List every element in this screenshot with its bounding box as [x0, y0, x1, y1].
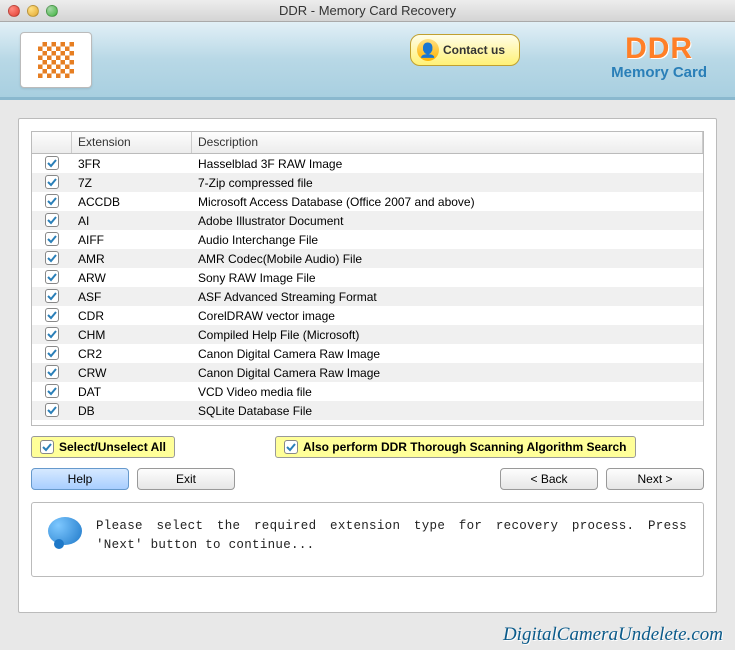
row-checkbox[interactable]: [32, 156, 72, 172]
next-button[interactable]: Next >: [606, 468, 704, 490]
checkbox-icon: [40, 440, 54, 454]
header-extension[interactable]: Extension: [72, 132, 192, 153]
row-description: VCD Video media file: [192, 385, 703, 399]
app-header: 👤 Contact us DDR Memory Card: [0, 22, 735, 100]
row-extension: CDR: [72, 309, 192, 323]
logo-icon: [38, 42, 74, 78]
contact-us-button[interactable]: 👤 Contact us: [410, 34, 520, 66]
options-row: Select/Unselect All Also perform DDR Tho…: [31, 436, 704, 458]
row-description: Microsoft Access Database (Office 2007 a…: [192, 195, 703, 209]
row-description: CorelDRAW vector image: [192, 309, 703, 323]
contact-icon: 👤: [417, 39, 439, 61]
row-extension: DB: [72, 404, 192, 418]
row-extension: ACCDB: [72, 195, 192, 209]
row-checkbox[interactable]: [32, 327, 72, 343]
table-row[interactable]: AIAdobe Illustrator Document: [32, 211, 703, 230]
titlebar: DDR - Memory Card Recovery: [0, 0, 735, 22]
select-all-toggle[interactable]: Select/Unselect All: [31, 436, 175, 458]
main-panel: Extension Description 3FRHasselblad 3F R…: [18, 118, 717, 613]
row-checkbox[interactable]: [32, 308, 72, 324]
row-description: 7-Zip compressed file: [192, 176, 703, 190]
table-row[interactable]: ASFASF Advanced Streaming Format: [32, 287, 703, 306]
row-checkbox[interactable]: [32, 365, 72, 381]
table-row[interactable]: ACCDBMicrosoft Access Database (Office 2…: [32, 192, 703, 211]
thorough-scan-toggle[interactable]: Also perform DDR Thorough Scanning Algor…: [275, 436, 636, 458]
exit-button[interactable]: Exit: [137, 468, 235, 490]
row-description: Sony RAW Image File: [192, 271, 703, 285]
header-checkbox-col: [32, 132, 72, 153]
row-extension: CRW: [72, 366, 192, 380]
table-header: Extension Description: [32, 132, 703, 154]
brand: DDR Memory Card: [611, 32, 707, 81]
table-row[interactable]: DBSQLite Database File: [32, 401, 703, 420]
row-extension: AIFF: [72, 233, 192, 247]
row-extension: CR2: [72, 347, 192, 361]
row-extension: AMR: [72, 252, 192, 266]
contact-label: Contact us: [443, 43, 505, 57]
extension-table: Extension Description 3FRHasselblad 3F R…: [31, 131, 704, 426]
row-description: SQLite Database File: [192, 404, 703, 418]
row-extension: CHM: [72, 328, 192, 342]
row-description: Canon Digital Camera Raw Image: [192, 366, 703, 380]
table-row[interactable]: DATVCD Video media file: [32, 382, 703, 401]
row-checkbox[interactable]: [32, 194, 72, 210]
row-description: Canon Digital Camera Raw Image: [192, 347, 703, 361]
table-body[interactable]: 3FRHasselblad 3F RAW Image7Z7-Zip compre…: [32, 154, 703, 425]
row-checkbox[interactable]: [32, 270, 72, 286]
table-row[interactable]: CRWCanon Digital Camera Raw Image: [32, 363, 703, 382]
row-description: Compiled Help File (Microsoft): [192, 328, 703, 342]
row-extension: ASF: [72, 290, 192, 304]
brand-subtitle: Memory Card: [611, 64, 707, 81]
row-description: AMR Codec(Mobile Audio) File: [192, 252, 703, 266]
footer-link[interactable]: DigitalCameraUndelete.com: [503, 624, 723, 646]
row-checkbox[interactable]: [32, 403, 72, 419]
table-row[interactable]: AIFFAudio Interchange File: [32, 230, 703, 249]
table-row[interactable]: CHMCompiled Help File (Microsoft): [32, 325, 703, 344]
row-checkbox[interactable]: [32, 289, 72, 305]
checkbox-icon: [284, 440, 298, 454]
table-row[interactable]: CDRCorelDRAW vector image: [32, 306, 703, 325]
row-checkbox[interactable]: [32, 232, 72, 248]
table-row[interactable]: 3FRHasselblad 3F RAW Image: [32, 154, 703, 173]
speech-bubble-icon: [48, 517, 82, 545]
row-description: Hasselblad 3F RAW Image: [192, 157, 703, 171]
button-row: Help Exit < Back Next >: [31, 468, 704, 490]
thorough-label: Also perform DDR Thorough Scanning Algor…: [303, 440, 627, 454]
select-all-label: Select/Unselect All: [59, 440, 166, 454]
back-button[interactable]: < Back: [500, 468, 598, 490]
row-checkbox[interactable]: [32, 251, 72, 267]
row-checkbox[interactable]: [32, 384, 72, 400]
row-extension: ARW: [72, 271, 192, 285]
row-checkbox[interactable]: [32, 346, 72, 362]
brand-name: DDR: [611, 32, 707, 66]
row-checkbox[interactable]: [32, 213, 72, 229]
help-button[interactable]: Help: [31, 468, 129, 490]
table-row[interactable]: 7Z7-Zip compressed file: [32, 173, 703, 192]
table-row[interactable]: AMRAMR Codec(Mobile Audio) File: [32, 249, 703, 268]
app-logo: [20, 32, 92, 88]
info-panel: Please select the required extension typ…: [31, 502, 704, 577]
table-row[interactable]: CR2Canon Digital Camera Raw Image: [32, 344, 703, 363]
row-extension: 7Z: [72, 176, 192, 190]
row-extension: DAT: [72, 385, 192, 399]
info-text: Please select the required extension typ…: [96, 517, 687, 555]
row-description: ASF Advanced Streaming Format: [192, 290, 703, 304]
header-description[interactable]: Description: [192, 132, 703, 153]
row-description: Adobe Illustrator Document: [192, 214, 703, 228]
table-row[interactable]: ARWSony RAW Image File: [32, 268, 703, 287]
row-extension: 3FR: [72, 157, 192, 171]
window-title: DDR - Memory Card Recovery: [0, 3, 735, 18]
row-checkbox[interactable]: [32, 175, 72, 191]
row-extension: AI: [72, 214, 192, 228]
row-description: Audio Interchange File: [192, 233, 703, 247]
